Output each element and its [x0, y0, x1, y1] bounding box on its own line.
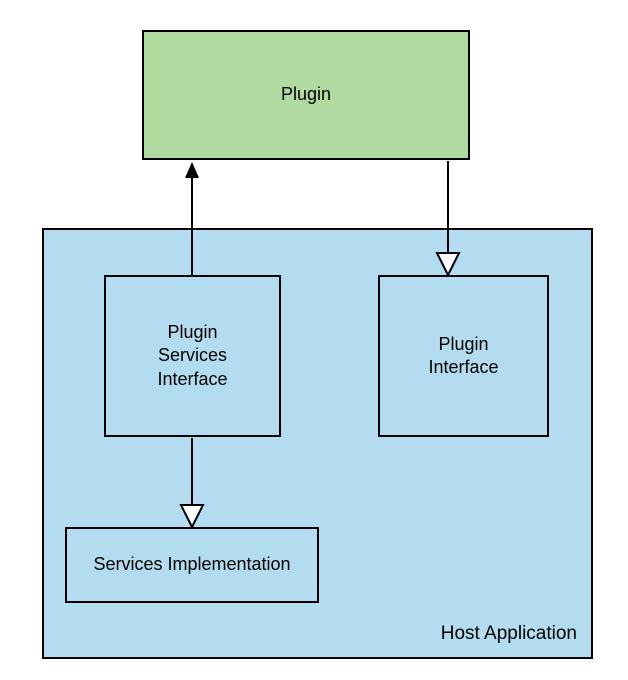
plugin-services-interface-box: Plugin Services Interface: [104, 275, 281, 437]
uml-plugin-diagram: Host Application Plugin Plugin Services …: [0, 0, 628, 680]
plugin-label: Plugin: [281, 83, 331, 106]
plugin-interface-label: Plugin Interface: [428, 333, 498, 380]
services-implementation-box: Services Implementation: [65, 527, 319, 603]
plugin-interface-box: Plugin Interface: [378, 275, 549, 437]
host-application-label: Host Application: [441, 622, 577, 647]
plugin-box: Plugin: [142, 30, 470, 160]
services-implementation-label: Services Implementation: [93, 553, 290, 576]
plugin-services-interface-label: Plugin Services Interface: [157, 321, 227, 391]
